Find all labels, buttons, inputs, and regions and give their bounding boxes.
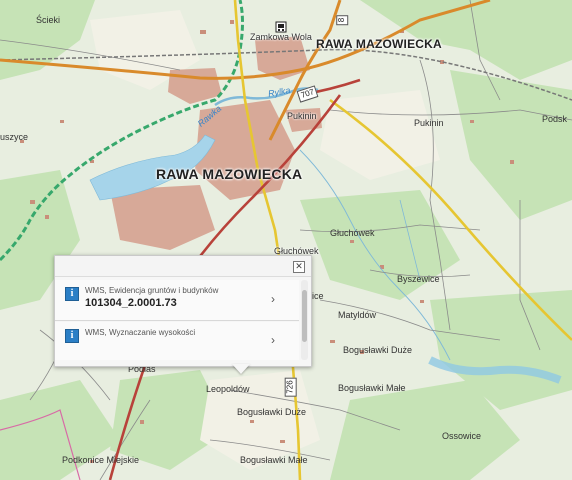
chevron-right-icon: › [271,292,275,306]
label-byszewice: Byszewice [397,274,440,284]
label-zamkowa-wola: Zamkowa Wola [250,32,312,42]
info-icon: i [65,287,79,301]
label-rawa-mazowiecka-center: RAWA MAZOWIECKA [156,166,303,182]
row-title: WMS, Wyznaczanie wysokości [85,328,196,337]
feature-info-popup: ✕ i WMS, Ewidencja gruntów i budynków 10… [54,255,312,367]
label-boguslawki-male-2: Bogusławki Małe [240,455,308,465]
label-boguslawki-duze-2: Bogusławki Duże [237,407,307,417]
info-icon: i [65,329,79,343]
road-shield-8: 8 [336,14,349,26]
popup-row-ewidencja[interactable]: i WMS, Ewidencja gruntów i budynków 1013… [55,280,299,321]
label-partial-ice: ice [312,291,324,301]
label-uszyce: uszyce [0,132,29,142]
label-boguslawki-duze-1: Bogusławki Duże [343,345,413,355]
close-button[interactable]: ✕ [293,261,305,273]
label-gluchowek-2: Głuchówek [330,228,375,238]
label-pukinin-1: Pukinin [287,111,317,121]
road-shield-726: 726 [284,377,297,397]
label-podkonice-miejskie: Podkonice Miejskie [62,455,140,465]
label-scieki: Ścieki [36,15,61,25]
popup-row-wysokosc[interactable]: i WMS, Wyznaczanie wysokości › [55,322,299,360]
label-leopoldow: Leopoldów [206,384,250,394]
label-ossowice: Ossowice [442,431,482,441]
label-rawa-mazowiecka-ne: RAWA MAZOWIECKA [316,37,442,51]
row-title: WMS, Ewidencja gruntów i budynków [85,286,219,295]
label-pukinin-2: Pukinin [414,118,444,128]
popup-header: ✕ [55,256,311,277]
chevron-right-icon: › [271,333,275,347]
label-matyldow: Matyldów [338,310,377,320]
label-boguslawki-male-1: Bogusławki Małe [338,383,406,393]
scrollbar-thumb[interactable] [302,290,307,342]
station-icon [275,21,287,33]
row-value: 101304_2.0001.73 [85,297,177,309]
popup-scrollbar[interactable] [301,280,308,360]
popup-pointer [232,364,250,374]
label-podska: Podsk [542,114,568,124]
